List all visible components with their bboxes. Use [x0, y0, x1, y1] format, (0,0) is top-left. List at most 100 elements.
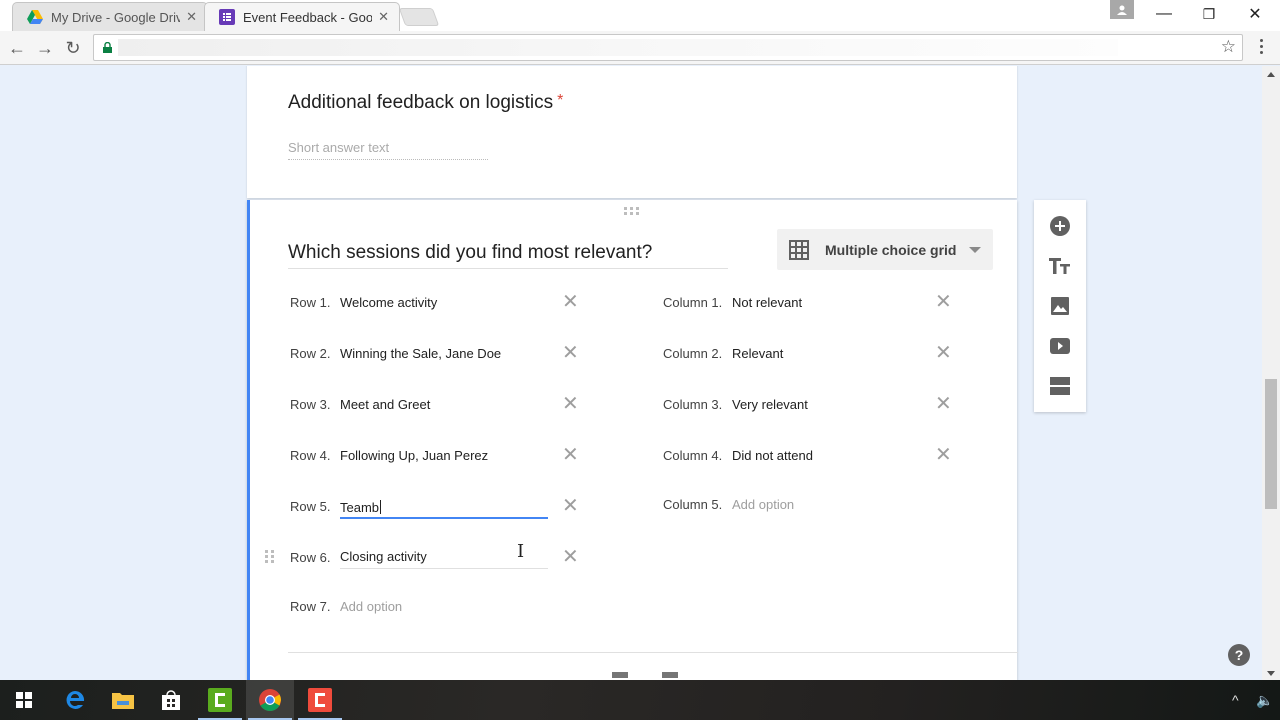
tab-title: My Drive - Google Drive: [51, 9, 181, 25]
grid-row-option: Row 1. Welcome activity ✕: [290, 290, 579, 314]
remove-row-icon[interactable]: ✕: [562, 394, 579, 414]
question-type-dropdown[interactable]: Multiple choice grid: [777, 229, 993, 270]
scroll-up-arrow-icon[interactable]: [1267, 72, 1275, 77]
grid-row-option: Row 2. Winning the Sale, Jane Doe ✕: [290, 341, 579, 365]
grid-column-option: Column 3. Very relevant ✕: [663, 392, 952, 416]
store-icon: [162, 690, 180, 710]
volume-icon[interactable]: 🔈: [1256, 692, 1273, 709]
section-icon: [1050, 377, 1070, 395]
remove-column-icon[interactable]: ✕: [935, 445, 952, 465]
scrollbar-thumb[interactable]: [1265, 379, 1277, 509]
text-caret: [380, 500, 382, 514]
question-title: Additional feedback on logistics *: [288, 92, 564, 113]
row-input[interactable]: Welcome activity: [340, 290, 548, 314]
i-beam-cursor: I: [517, 541, 525, 562]
column-input[interactable]: Relevant: [732, 341, 940, 365]
row-drag-handle-icon[interactable]: [265, 550, 274, 563]
grid-row-option: Row 6. Closing activity ✕: [290, 546, 579, 569]
row-input[interactable]: Meet and Greet: [340, 392, 548, 416]
windows-logo-icon: [16, 692, 32, 708]
taskbar-chrome[interactable]: [246, 680, 294, 720]
card-footer-divider: [288, 652, 1018, 653]
short-answer-placeholder: Short answer text: [288, 140, 488, 160]
remove-column-icon[interactable]: ✕: [935, 394, 952, 414]
google-drive-icon: [27, 10, 43, 24]
start-button[interactable]: [0, 680, 48, 720]
grid-column-option: Column 1. Not relevant ✕: [663, 290, 952, 314]
reload-button[interactable]: ↻: [61, 36, 85, 60]
camtasia-green-icon: [208, 688, 232, 712]
remove-column-icon[interactable]: ✕: [935, 343, 952, 363]
minimize-button[interactable]: —: [1146, 2, 1182, 26]
add-title-button[interactable]: [1048, 254, 1072, 278]
form-editor-page: Additional feedback on logistics * Short …: [0, 66, 1262, 680]
column-input[interactable]: Did not attend: [732, 443, 940, 467]
card-footer-actions: [612, 672, 678, 678]
tray-overflow-chevron-icon[interactable]: ^: [1232, 692, 1239, 708]
add-image-button[interactable]: [1048, 294, 1072, 318]
add-video-button[interactable]: [1048, 334, 1072, 358]
taskbar-store[interactable]: [147, 680, 195, 720]
tab-event-feedback[interactable]: Event Feedback - Google ✕: [204, 2, 400, 31]
edge-icon: [66, 690, 85, 709]
scroll-down-arrow-icon[interactable]: [1267, 671, 1275, 676]
column-input[interactable]: Very relevant: [732, 392, 940, 416]
page-scrollbar[interactable]: [1262, 66, 1280, 680]
question-card-sessions[interactable]: Which sessions did you find most relevan…: [247, 200, 1018, 680]
taskbar-camtasia-red[interactable]: [296, 680, 344, 720]
grid-column-option: Column 2. Relevant ✕: [663, 341, 952, 365]
column-input[interactable]: Not relevant: [732, 290, 940, 314]
video-icon: [1050, 338, 1070, 354]
row-input[interactable]: Following Up, Juan Perez: [340, 443, 548, 467]
remove-row-icon[interactable]: ✕: [562, 547, 579, 567]
tab-my-drive[interactable]: My Drive - Google Drive ✕: [12, 2, 208, 31]
help-button[interactable]: ?: [1228, 644, 1250, 666]
add-question-button[interactable]: [1048, 214, 1072, 238]
person-icon: [1117, 5, 1127, 15]
dropdown-caret-icon: [969, 246, 981, 253]
drag-handle-icon[interactable]: [624, 207, 639, 215]
add-column-option[interactable]: Add option: [732, 492, 940, 516]
tab-title: Event Feedback - Google: [243, 9, 373, 25]
remove-column-icon[interactable]: ✕: [935, 292, 952, 312]
add-circle-icon: [1050, 216, 1070, 236]
add-section-button[interactable]: [1048, 374, 1072, 398]
close-window-button[interactable]: ✕: [1237, 2, 1273, 26]
question-type-label: Multiple choice grid: [825, 241, 957, 258]
row-input-active[interactable]: Teamb: [340, 493, 548, 519]
grid-row-option: Row 5. Teamb ✕: [290, 493, 579, 519]
windows-taskbar: ^ 🔈: [0, 680, 1280, 720]
profile-button[interactable]: [1110, 0, 1134, 19]
taskbar-camtasia-green[interactable]: [196, 680, 244, 720]
address-bar[interactable]: ☆: [93, 34, 1243, 61]
browser-tabstrip: My Drive - Google Drive ✕ Event Feedback…: [0, 0, 1280, 31]
image-icon: [1051, 297, 1069, 315]
taskbar-file-explorer[interactable]: [99, 680, 147, 720]
url-text-blurred: [118, 39, 1118, 56]
delete-icon[interactable]: [662, 672, 678, 678]
bookmark-star-icon[interactable]: ☆: [1221, 37, 1236, 57]
question-card-logistics[interactable]: Additional feedback on logistics * Short …: [247, 66, 1017, 198]
question-title-input[interactable]: Which sessions did you find most relevan…: [288, 242, 728, 269]
remove-row-icon[interactable]: ✕: [562, 343, 579, 363]
close-tab-icon[interactable]: ✕: [378, 9, 389, 25]
duplicate-icon[interactable]: [612, 672, 628, 678]
browser-menu-icon[interactable]: [1258, 39, 1264, 54]
remove-row-icon[interactable]: ✕: [562, 292, 579, 312]
lock-icon: [103, 42, 112, 53]
row-input[interactable]: Winning the Sale, Jane Doe: [340, 341, 548, 365]
taskbar-edge[interactable]: [51, 680, 99, 720]
close-tab-icon[interactable]: ✕: [186, 9, 197, 25]
google-forms-icon: [219, 9, 235, 25]
title-text-icon: [1049, 258, 1070, 274]
back-button[interactable]: ←: [5, 36, 29, 60]
new-tab-button[interactable]: [398, 8, 440, 26]
add-row-option[interactable]: Add option: [340, 594, 548, 618]
folder-icon: [112, 693, 134, 709]
restore-button[interactable]: ❐: [1191, 2, 1227, 26]
side-toolbar: [1034, 200, 1086, 412]
remove-row-icon[interactable]: ✕: [562, 445, 579, 465]
remove-row-icon[interactable]: ✕: [562, 496, 579, 516]
forward-button[interactable]: →: [33, 36, 57, 60]
grid-icon: [789, 239, 809, 260]
